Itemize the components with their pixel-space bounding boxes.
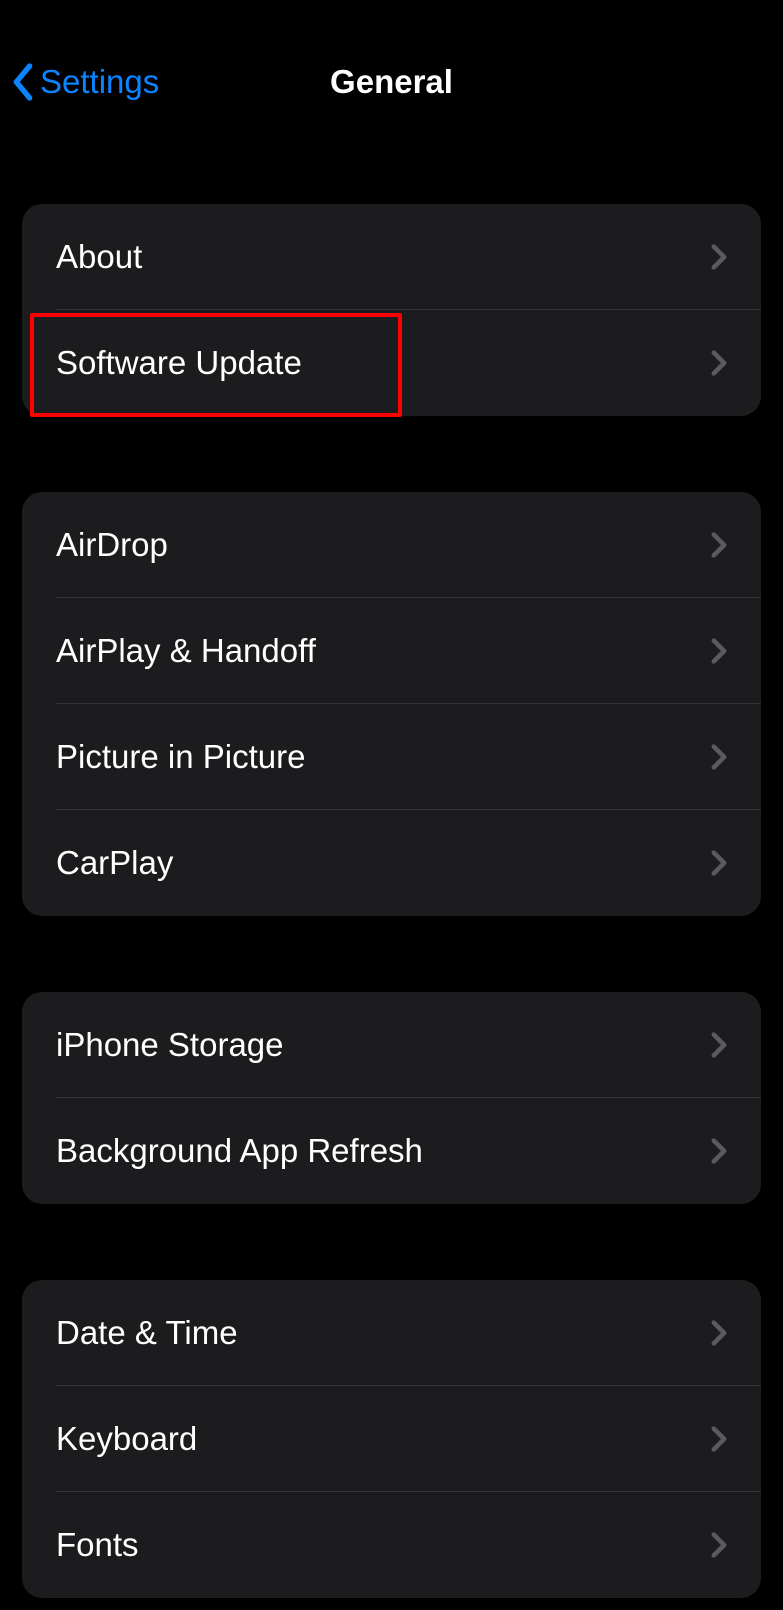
row-carplay[interactable]: CarPlay (22, 810, 761, 916)
row-label: Fonts (56, 1526, 139, 1564)
chevron-right-icon (711, 350, 727, 376)
chevron-right-icon (711, 638, 727, 664)
chevron-right-icon (711, 850, 727, 876)
row-label: About (56, 238, 142, 276)
chevron-right-icon (711, 1138, 727, 1164)
row-label: Background App Refresh (56, 1132, 423, 1170)
row-label: AirDrop (56, 526, 168, 564)
row-label: Date & Time (56, 1314, 238, 1352)
back-label: Settings (40, 63, 159, 101)
back-button[interactable]: Settings (8, 62, 159, 102)
row-software-update[interactable]: Software Update (22, 310, 761, 416)
settings-group-4: Date & Time Keyboard Fonts (22, 1280, 761, 1598)
nav-bar: Settings General (0, 38, 783, 126)
row-label: Software Update (56, 344, 302, 382)
row-date-time[interactable]: Date & Time (22, 1280, 761, 1386)
row-fonts[interactable]: Fonts (22, 1492, 761, 1598)
chevron-right-icon (711, 1532, 727, 1558)
row-label: iPhone Storage (56, 1026, 284, 1064)
chevron-right-icon (711, 744, 727, 770)
chevron-left-icon (10, 62, 36, 102)
chevron-right-icon (711, 1320, 727, 1346)
settings-group-1: About Software Update (22, 204, 761, 416)
row-keyboard[interactable]: Keyboard (22, 1386, 761, 1492)
settings-content: About Software Update AirDrop AirPlay & … (0, 204, 783, 1598)
row-label: Picture in Picture (56, 738, 305, 776)
chevron-right-icon (711, 244, 727, 270)
row-airdrop[interactable]: AirDrop (22, 492, 761, 598)
chevron-right-icon (711, 532, 727, 558)
row-label: CarPlay (56, 844, 173, 882)
chevron-right-icon (711, 1032, 727, 1058)
settings-group-3: iPhone Storage Background App Refresh (22, 992, 761, 1204)
row-background-app-refresh[interactable]: Background App Refresh (22, 1098, 761, 1204)
row-label: AirPlay & Handoff (56, 632, 316, 670)
row-about[interactable]: About (22, 204, 761, 310)
row-airplay-handoff[interactable]: AirPlay & Handoff (22, 598, 761, 704)
row-picture-in-picture[interactable]: Picture in Picture (22, 704, 761, 810)
settings-group-2: AirDrop AirPlay & Handoff Picture in Pic… (22, 492, 761, 916)
row-label: Keyboard (56, 1420, 197, 1458)
row-iphone-storage[interactable]: iPhone Storage (22, 992, 761, 1098)
chevron-right-icon (711, 1426, 727, 1452)
